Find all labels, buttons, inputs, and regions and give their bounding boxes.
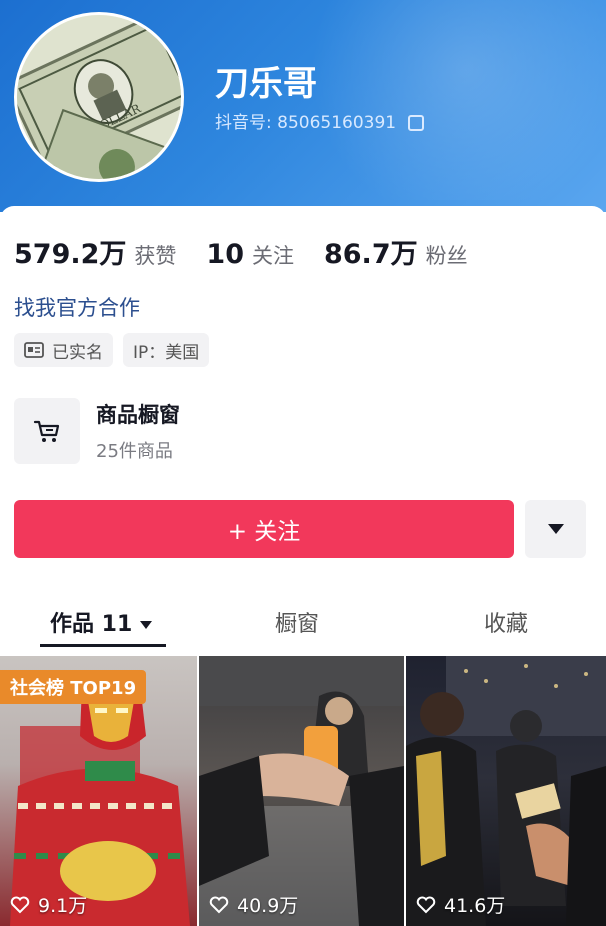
avatar[interactable]: ONE DOLLAR (14, 12, 184, 182)
stat-likes[interactable]: 579.2万 获赞 (14, 232, 176, 271)
video-thumbnail[interactable]: 41.6万 (406, 656, 606, 926)
official-collab-link[interactable]: 找我官方合作 (14, 292, 140, 322)
stat-followers[interactable]: 86.7万 粉丝 (324, 232, 468, 271)
video-grid: 社会榜 TOP19 9.1万 40.9万 41.6万 (0, 656, 606, 926)
video-likes: 40.9万 (209, 891, 298, 918)
dollar-bill-image: ONE DOLLAR (17, 15, 181, 179)
stat-label: 关注 (251, 244, 294, 268)
active-tab-indicator (40, 644, 166, 647)
douyin-id-value: 85065160391 (277, 113, 397, 133)
tab-window[interactable]: 橱窗 (275, 606, 319, 638)
stat-following[interactable]: 10 关注 (206, 239, 294, 270)
likes-count: 40.9万 (237, 895, 299, 917)
heart-icon (10, 896, 30, 913)
douyin-id-label: 抖音号: (215, 113, 272, 133)
content-tabs: 作品 11 橱窗 收藏 (0, 596, 606, 650)
shop-title: 商品橱窗 (96, 403, 180, 427)
video-thumbnail[interactable]: 社会榜 TOP19 9.1万 (0, 656, 197, 926)
ip-tag: IP：美国 (123, 333, 210, 367)
verified-tag: 已实名 (14, 333, 113, 367)
thumbnail-image (199, 656, 404, 926)
profile-name: 刀乐哥 (215, 64, 317, 104)
dropdown-arrow-icon (547, 524, 564, 534)
stat-label: 获赞 (134, 244, 177, 268)
stat-label: 粉丝 (425, 244, 468, 268)
tab-works-label: 作品 11 (50, 612, 133, 637)
video-thumbnail[interactable]: 40.9万 (199, 656, 404, 926)
video-likes: 41.6万 (416, 891, 505, 918)
stat-number: 86.7万 (323, 239, 418, 270)
profile-header: ONE DOLLAR 刀乐哥 抖音号: 85065160391 (0, 0, 606, 212)
stat-number: 10 (206, 239, 244, 270)
id-card-icon (24, 342, 44, 358)
thumbnail-image (406, 656, 606, 926)
copy-icon[interactable] (407, 115, 424, 131)
heart-icon (209, 896, 229, 913)
shop-text: 商品橱窗 25件商品 (96, 399, 180, 463)
verified-label: 已实名 (52, 342, 103, 363)
stats-row: 579.2万 获赞 10 关注 86.7万 粉丝 (14, 232, 498, 271)
likes-count: 9.1万 (38, 895, 88, 917)
follow-button[interactable]: + 关注 (14, 500, 514, 558)
shop-window-entry[interactable]: 商品橱窗 25件商品 (14, 398, 180, 464)
ip-label: IP：美国 (133, 342, 200, 363)
shop-icon-box (14, 398, 80, 464)
likes-count: 41.6万 (444, 895, 506, 917)
douyin-id: 抖音号: 85065160391 (215, 108, 424, 133)
shop-subtitle: 25件商品 (96, 441, 173, 462)
video-likes: 9.1万 (10, 891, 87, 918)
more-dropdown-button[interactable] (525, 500, 586, 558)
profile-tags: 已实名 IP：美国 (14, 333, 219, 367)
tab-favorites[interactable]: 收藏 (484, 606, 528, 638)
stat-number: 579.2万 (14, 239, 127, 270)
tab-works[interactable]: 作品 11 (50, 606, 153, 638)
heart-icon (416, 896, 436, 913)
ranking-badge: 社会榜 TOP19 (0, 670, 147, 704)
shopping-cart-icon (33, 420, 60, 442)
sort-arrow-icon (140, 621, 153, 629)
